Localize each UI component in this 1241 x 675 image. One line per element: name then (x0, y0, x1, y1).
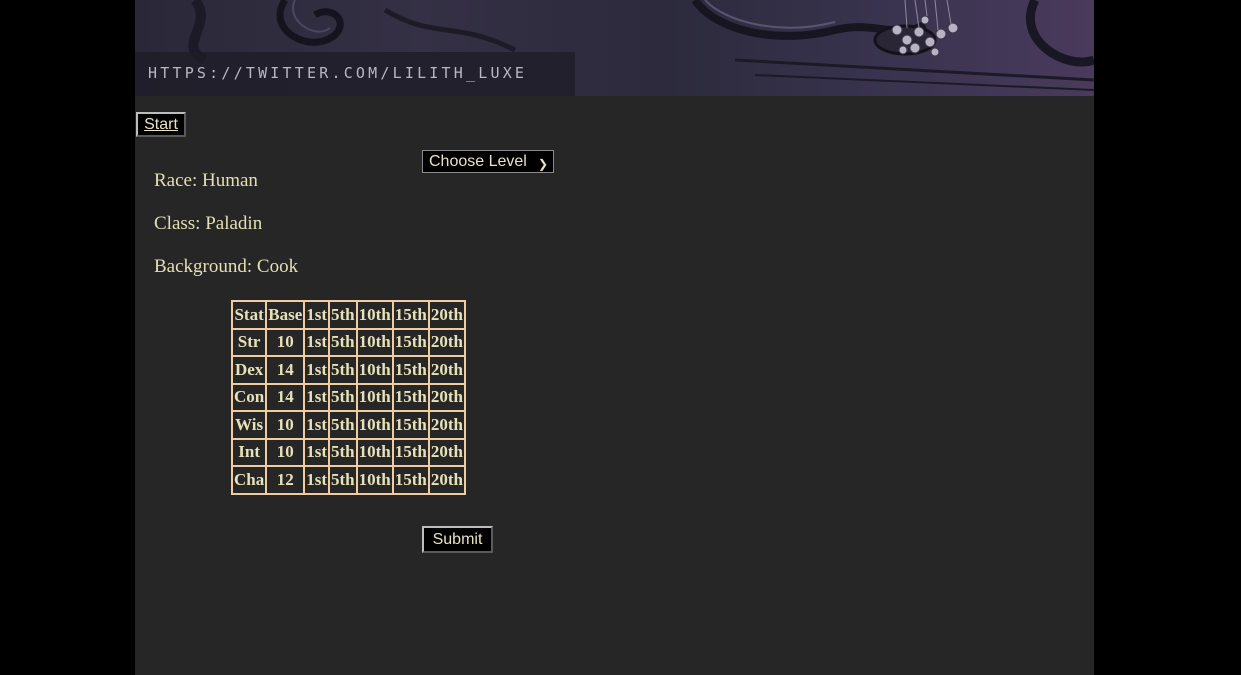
table-cell: 20th (428, 466, 466, 494)
table-cell: 10th (356, 383, 393, 411)
class-label: Class: Paladin (154, 213, 263, 234)
table-cell: 15th (392, 328, 429, 356)
table-cell: 15th (392, 438, 429, 466)
table-cell: 14 (266, 383, 305, 411)
table-cell: 10th (356, 438, 393, 466)
race-label: Race: Human (154, 170, 258, 191)
table-row: Int 10 1st 5th 10th 15th 20th (232, 438, 466, 466)
banner-url-text: HTTPS://TWITTER.COM/LILITH_LUXE (148, 64, 528, 82)
chevron-down-icon: ❯ (537, 157, 548, 171)
table-header-cell: Base (266, 301, 305, 329)
table-cell: 20th (428, 411, 466, 439)
table-cell: 10 (266, 438, 305, 466)
table-row: Con 14 1st 5th 10th 15th 20th (232, 383, 466, 411)
table-cell: 20th (428, 438, 466, 466)
table-cell: 10th (356, 411, 393, 439)
table-cell: Cha (232, 466, 267, 494)
table-header-cell: 1st (304, 301, 330, 329)
table-header-cell: 10th (356, 301, 393, 329)
table-cell: 10th (356, 328, 393, 356)
table-cell: Con (232, 383, 267, 411)
table-cell: 1st (304, 356, 330, 384)
table-cell: 5th (329, 438, 357, 466)
table-header-cell: Stat (232, 301, 267, 329)
table-cell: Int (232, 438, 267, 466)
table-row: Cha 12 1st 5th 10th 15th 20th (232, 466, 466, 494)
table-row: Dex 14 1st 5th 10th 15th 20th (232, 356, 466, 384)
table-cell: 1st (304, 328, 330, 356)
header-banner: HTTPS://TWITTER.COM/LILITH_LUXE (135, 0, 1094, 96)
table-cell: 10th (356, 356, 393, 384)
page-container: HTTPS://TWITTER.COM/LILITH_LUXE Start Ch… (135, 0, 1094, 675)
table-cell: 20th (428, 383, 466, 411)
table-cell: 10 (266, 328, 305, 356)
stats-table: Stat Base 1st 5th 10th 15th 20th Str 10 … (231, 300, 467, 495)
table-cell: 15th (392, 383, 429, 411)
table-cell: 14 (266, 356, 305, 384)
table-cell: 20th (428, 328, 466, 356)
table-row: Wis 10 1st 5th 10th 15th 20th (232, 411, 466, 439)
table-cell: 12 (266, 466, 305, 494)
level-select[interactable]: Choose Level ❯ (422, 150, 554, 173)
table-cell: Str (232, 328, 267, 356)
table-cell: 1st (304, 383, 330, 411)
start-button[interactable]: Start (136, 112, 186, 137)
level-select-value: Choose Level (429, 153, 527, 170)
table-header-cell: 20th (428, 301, 466, 329)
background-label: Background: Cook (154, 256, 299, 277)
table-cell: Wis (232, 411, 267, 439)
table-cell: 10 (266, 411, 305, 439)
table-cell: 20th (428, 356, 466, 384)
table-cell: 5th (329, 411, 357, 439)
table-cell: 5th (329, 328, 357, 356)
table-header-cell: 15th (392, 301, 429, 329)
table-row: Str 10 1st 5th 10th 15th 20th (232, 328, 466, 356)
table-cell: 1st (304, 438, 330, 466)
table-cell: 1st (304, 411, 330, 439)
table-cell: 5th (329, 383, 357, 411)
table-cell: 5th (329, 466, 357, 494)
table-cell: 10th (356, 466, 393, 494)
table-cell: Dex (232, 356, 267, 384)
table-cell: 5th (329, 356, 357, 384)
table-header-row: Stat Base 1st 5th 10th 15th 20th (232, 301, 466, 329)
table-header-cell: 5th (329, 301, 357, 329)
submit-button[interactable]: Submit (422, 526, 493, 553)
table-cell: 15th (392, 466, 429, 494)
table-cell: 15th (392, 411, 429, 439)
table-cell: 1st (304, 466, 330, 494)
table-cell: 15th (392, 356, 429, 384)
